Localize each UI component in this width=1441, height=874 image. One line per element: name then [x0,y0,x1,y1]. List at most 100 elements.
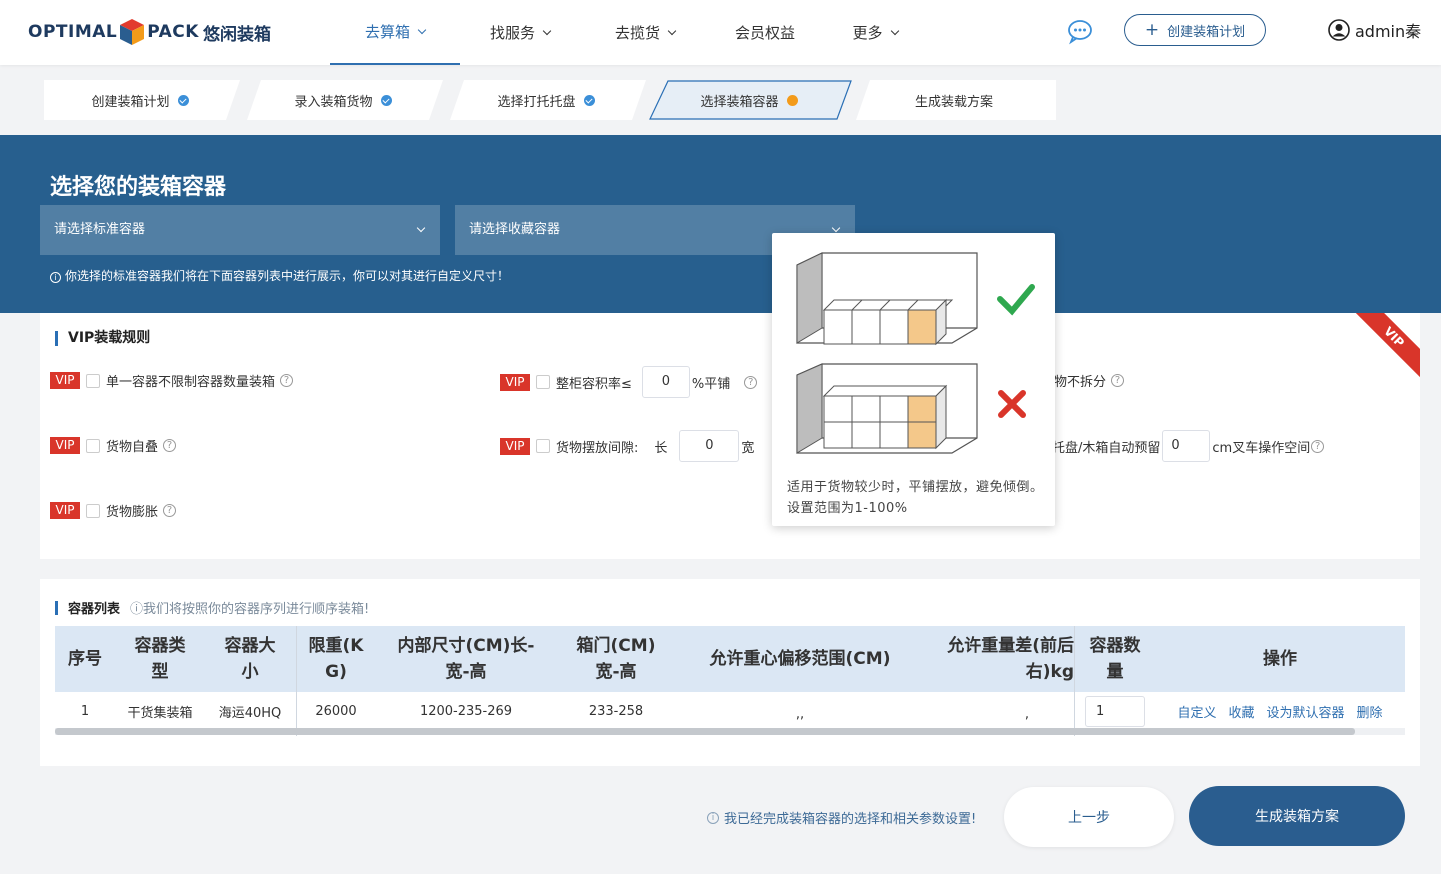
help-icon[interactable]: ? [1311,439,1325,453]
nav-item-member[interactable]: 会员权益 [710,0,820,65]
step-create-plan[interactable]: 创建装箱计划 [40,80,240,120]
help-icon[interactable]: ? [163,504,177,517]
chevron-down-icon [542,26,552,35]
col-type: 容器类型 [134,636,186,682]
highlight-box [907,309,937,345]
logo-text-optimal: OPTIMAL [28,22,118,42]
step-progress: 创建装箱计划 录入装箱货物 选择打托托盘 选择装箱容器 生成装载方案 [40,80,1056,120]
page-title: 选择您的装箱容器 [50,175,227,200]
rule-volume-ratio: VIP 整柜容积率≤ 0 %平铺 ? [500,366,758,398]
user-menu[interactable]: admin秦 [1328,18,1421,42]
generate-plan-button[interactable]: 生成装箱方案 [1189,786,1405,846]
vip-tag: VIP [50,437,80,454]
scrollbar-thumb[interactable] [55,728,1355,735]
step-generate-plan[interactable]: 生成装载方案 [852,80,1056,120]
rule-suffix: %平铺 [691,376,731,392]
check-circle-icon [177,94,189,106]
rule-label: 货物膨胀 [106,505,159,520]
col-door: 箱门(CM) 宽-高 [576,636,656,682]
vip-tag: VIP [500,437,530,455]
volume-ratio-input[interactable]: 0 [641,366,690,398]
unlimited-containers-checkbox[interactable] [86,373,100,388]
help-icon[interactable]: ? [744,375,758,389]
rule-no-split: 物不拆分 ? [1054,371,1125,390]
cell-weight-diff: , [1024,706,1029,722]
banner-note-text: 你选择的标准容器我们将在下面容器列表中进行展示，你可以对其进行自定义尺寸！ [65,269,510,283]
chevron-down-icon [417,25,427,34]
vip-tag: VIP [500,373,530,391]
customize-link[interactable]: 自定义 [1177,702,1216,721]
nav-item-label: 会员权益 [734,23,795,42]
col-max-weight: 限重(K G) [308,636,364,682]
user-icon [1328,19,1350,41]
favorite-link[interactable]: 收藏 [1228,702,1254,721]
rule-cargo-expand: VIP 货物膨胀 ? [50,501,177,520]
chevron-down-icon [890,26,899,35]
volume-ratio-checkbox[interactable] [536,375,550,389]
nav-item-cargo[interactable]: 去揽货 [580,0,710,65]
step-select-container[interactable]: 选择装箱容器 [649,80,852,120]
container-list-subtitle: ⓘ我们将按照你的容器序列进行顺序装箱! [130,602,370,617]
check-icon [997,284,1035,316]
placement-gap-checkbox[interactable] [536,439,550,453]
rule-placement-gap: VIP 货物摆放间隙: 长 0 宽 [500,430,754,462]
cell-quantity: 1 [1075,692,1155,730]
rule-suffix: cm叉车操作空间 [1212,440,1311,456]
rule-label: 货物摆放间隙: [556,440,639,456]
check-circle-icon [380,94,392,106]
cell-index: 1 [80,703,90,719]
quantity-input[interactable]: 1 [1085,695,1145,727]
nav-item-calc[interactable]: 去算箱 [330,0,460,65]
volume-ratio-tooltip: 适用于货物较少时，平铺摆放，避免倾倒。设置范围为1-100% [772,233,1055,526]
step-enter-cargo[interactable]: 录入装箱货物 [243,80,443,120]
chat-bubble-icon[interactable] [1066,17,1094,45]
self-stack-checkbox[interactable] [86,438,100,453]
footer-note-text: 我已经完成装箱容器的选择和相关参数设置! [724,812,977,827]
rule-label: 单一容器不限制容器数量装箱 [106,375,276,390]
step-label: 选择装箱容器 [700,94,779,110]
vip-tag: VIP [50,372,80,389]
step-select-pallet[interactable]: 选择打托托盘 [446,80,646,120]
chevron-down-icon [831,223,841,233]
cell-inner-dims: 1200-235-269 [419,703,513,719]
username: admin秦 [1355,22,1422,41]
gap-length-input[interactable]: 0 [679,430,740,462]
create-plan-button[interactable]: + 创建装箱计划 [1124,14,1266,46]
help-icon[interactable]: ? [1111,374,1125,387]
info-icon: i [707,811,719,824]
chevron-down-icon [667,26,677,35]
nav-item-label: 去揽货 [614,23,660,42]
help-icon[interactable]: ? [280,374,294,387]
cell-size: 海运40HQ [218,705,282,721]
col-quantity: 容器数量 [1089,636,1141,682]
col-size: 容器大小 [224,636,276,682]
banner-note: i 你选择的标准容器我们将在下面容器列表中进行展示，你可以对其进行自定义尺寸！ [50,267,509,284]
container-list-title: 容器列表 [68,602,121,617]
step-label: 生成装载方案 [914,94,993,110]
prev-step-button[interactable]: 上一步 [1004,787,1174,847]
standard-container-select[interactable]: 请选择标准容器 [40,205,440,255]
forklift-reserve-input[interactable]: 0 [1162,430,1211,462]
nav-item-label: 去算箱 [364,22,410,41]
vip-rules-panel: VIP装载规则 VIP VIP 单一容器不限制容器数量装箱 ? VIP 整柜容积… [40,313,1420,559]
cross-icon [998,390,1026,418]
col-inner-dims: 内部尺寸(CM)长- 宽-高 [397,636,535,682]
standard-container-placeholder: 请选择标准容器 [54,222,146,237]
help-icon[interactable]: ? [163,439,177,452]
gap-length-label: 长 [654,440,668,456]
logo[interactable]: OPTIMAL PACK 悠闲装箱 [28,14,271,50]
cell-type: 干货集装箱 [127,705,193,721]
cargo-expand-checkbox[interactable] [86,503,100,518]
tooltip-text: 适用于货物较少时，平铺摆放，避免倾倒。设置范围为1-100% [787,480,1044,516]
rule-self-stack: VIP 货物自叠 ? [50,436,177,455]
delete-link[interactable]: 删除 [1357,702,1383,721]
chevron-down-icon [416,223,426,233]
nav-item-service[interactable]: 找服务 [460,0,580,65]
gap-width-label: 宽 [741,440,755,456]
col-weight-diff: 允许重量差(前后 右)kg [947,636,1074,682]
horizontal-scrollbar[interactable] [55,728,1405,735]
set-default-link[interactable]: 设为默认容器 [1267,702,1345,721]
cell-max-weight: 26000 [315,703,357,719]
vip-ribbon: VIP [1351,313,1420,380]
nav-item-more[interactable]: 更多 [820,0,930,65]
